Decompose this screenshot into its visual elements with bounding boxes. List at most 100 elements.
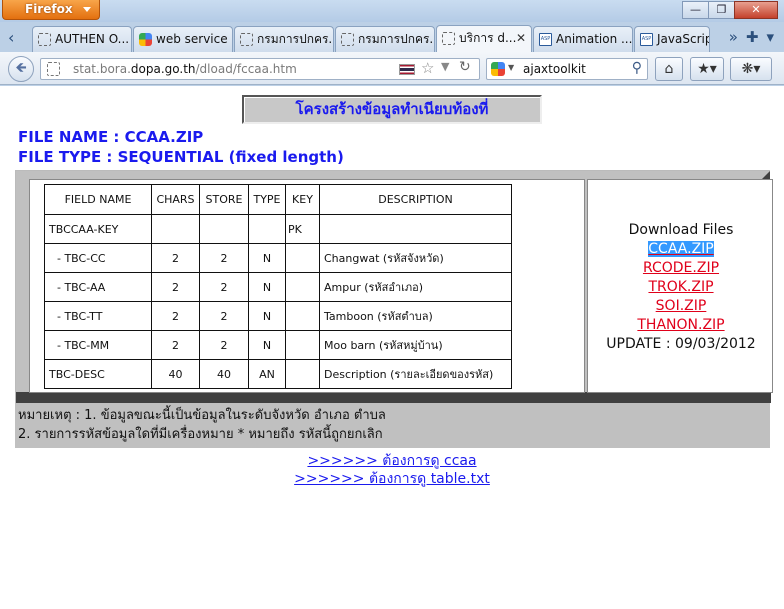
tab-label: กรมการปกคร... [358,32,435,46]
aspnet-icon: ASP [640,33,653,46]
downloads-cell: Download Files CCAA.ZIP RCODE.ZIP TROK.Z… [587,179,773,393]
bookmarks-menu-icon[interactable]: ★▾ [690,57,724,81]
home-icon[interactable]: ⌂ [655,57,683,81]
chevron-down-icon[interactable]: ▼ [508,63,514,72]
structure-panel: FIELD NAME CHARS STORE TYPE KEY DESCRIPT… [15,170,773,404]
cell-type: N [248,330,286,360]
cell-type [248,214,286,244]
cell-type: N [248,301,286,331]
panel-shadow-bottom [16,392,771,403]
search-icon[interactable]: ⚲ [632,60,642,76]
tab-label: บริการ d... [459,31,517,45]
cell-description: Changwat (รหัสจังหวัด) [319,243,512,273]
firefox-menu-button[interactable]: Firefox [2,0,100,20]
header-field-name: FIELD NAME [44,184,152,215]
table-header-row: FIELD NAME CHARS STORE TYPE KEY DESCRIPT… [44,184,512,215]
maximize-icon[interactable]: ❐ [708,1,735,19]
cell-chars: 2 [151,330,200,360]
cell-key [285,272,320,302]
addon-icon[interactable]: ❋▾ [730,57,772,81]
chevron-down-icon [83,7,91,12]
reload-icon[interactable]: ↻ [459,59,471,75]
chevron-down-icon[interactable]: ▼ [441,60,449,73]
navigation-toolbar: 🡸 stat.bora.dopa.go.th/dload/fccaa.htm ☆… [0,52,784,85]
update-date: UPDATE : 09/03/2012 [606,336,756,352]
close-window-icon[interactable]: ✕ [734,1,778,19]
cell-type: AN [248,359,286,389]
bottom-link-row-2: >>>>>> ต้องการดู table.txt [0,468,784,490]
cell-field-name: - TBC-TT [44,301,152,331]
view-ccaa-link[interactable]: >>>>>> ต้องการดู ccaa [307,453,476,469]
page-icon [240,33,253,46]
tab-web-service[interactable]: web service ... [133,26,233,52]
search-bar[interactable]: ▼ ajaxtoolkit ⚲ [486,58,648,80]
minimize-icon[interactable]: — [682,1,709,19]
url-bar[interactable]: stat.bora.dopa.go.th/dload/fccaa.htm ☆ ▼… [40,58,480,80]
cell-key [285,243,320,273]
cell-store: 2 [199,330,249,360]
cell-type: N [248,272,286,302]
tab-label: Animation ... [556,32,633,46]
tab-label: AUTHEN O... [55,32,130,46]
tab-active-service[interactable]: บริการ d... ✕ [436,25,532,52]
cell-description [319,214,512,244]
tab-authen[interactable]: AUTHEN O... [32,26,132,52]
all-tabs-icon[interactable]: ▾ [766,28,774,46]
cell-key [285,359,320,389]
thai-flag-icon [399,64,415,75]
table-row: TBCCAA-KEY PK [44,214,512,244]
cell-store: 2 [199,243,249,273]
close-tab-icon[interactable]: ✕ [516,26,526,50]
cell-field-name: - TBC-CC [44,243,152,273]
header-type: TYPE [248,184,286,215]
header-store: STORE [199,184,249,215]
cell-description: Ampur (รหัสอำเภอ) [319,272,512,302]
page-icon [341,33,354,46]
field-table-cell: FIELD NAME CHARS STORE TYPE KEY DESCRIPT… [29,179,585,393]
new-tab-icon[interactable]: ✚ [746,28,759,46]
file-type-heading: FILE TYPE : SEQUENTIAL (fixed length) [18,148,344,166]
cell-description: Description (รายละเอียดของรหัส) [319,359,512,389]
downloads-list: Download Files CCAA.ZIP RCODE.ZIP TROK.Z… [588,221,774,354]
table-row: TBC-DESC 40 40 AN Description (รายละเอีย… [44,359,512,389]
table-row: - TBC-TT 2 2 N Tamboon (รหัสตำบล) [44,301,512,331]
download-link-trok[interactable]: TROK.ZIP [588,278,774,297]
tab-dopa-2[interactable]: กรมการปกคร... [335,26,435,52]
cell-store: 2 [199,272,249,302]
aspnet-icon: ASP [539,33,552,46]
page-icon [442,32,455,45]
cell-chars: 2 [151,301,200,331]
scroll-tabs-left-icon[interactable]: ‹ [8,28,14,47]
download-link-thanon[interactable]: THANON.ZIP [588,316,774,335]
google-icon [139,33,152,46]
cell-chars [151,214,200,244]
tab-animation[interactable]: ASP Animation ... [533,26,633,52]
cell-key [285,330,320,360]
window-titlebar: Firefox — ❐ ✕ [0,0,784,22]
cell-type: N [248,243,286,273]
scroll-tabs-right-icon[interactable]: » [729,28,738,46]
cell-chars: 2 [151,243,200,273]
download-link-rcode[interactable]: RCODE.ZIP [588,259,774,278]
header-chars: CHARS [151,184,200,215]
tab-dopa-1[interactable]: กรมการปกคร... [234,26,334,52]
back-arrow-icon[interactable]: 🡸 [8,56,34,82]
tab-javascript[interactable]: ASP JavaScript [634,26,710,52]
notes-panel: หมายเหตุ : 1. ข้อมูลขณะนี้เป็นข้อมูลในระ… [15,403,770,448]
table-row: - TBC-AA 2 2 N Ampur (รหัสอำเภอ) [44,272,512,302]
page-icon [47,62,60,76]
note-line-1: หมายเหตุ : 1. ข้อมูลขณะนี้เป็นข้อมูลในระ… [18,408,386,423]
google-icon[interactable] [491,62,505,76]
cell-store [199,214,249,244]
view-table-txt-link[interactable]: >>>>>> ต้องการดู table.txt [294,471,490,487]
cell-chars: 2 [151,272,200,302]
header-key: KEY [285,184,320,215]
downloads-title: Download Files [628,222,734,238]
search-input[interactable]: ajaxtoolkit [523,62,586,76]
bookmark-star-icon[interactable]: ☆ [421,59,434,77]
header-description: DESCRIPTION [319,184,512,215]
download-link-ccaa[interactable]: CCAA.ZIP [588,240,774,259]
cell-field-name: - TBC-AA [44,272,152,302]
download-link-soi[interactable]: SOI.ZIP [588,297,774,316]
cell-key: PK [285,214,320,244]
